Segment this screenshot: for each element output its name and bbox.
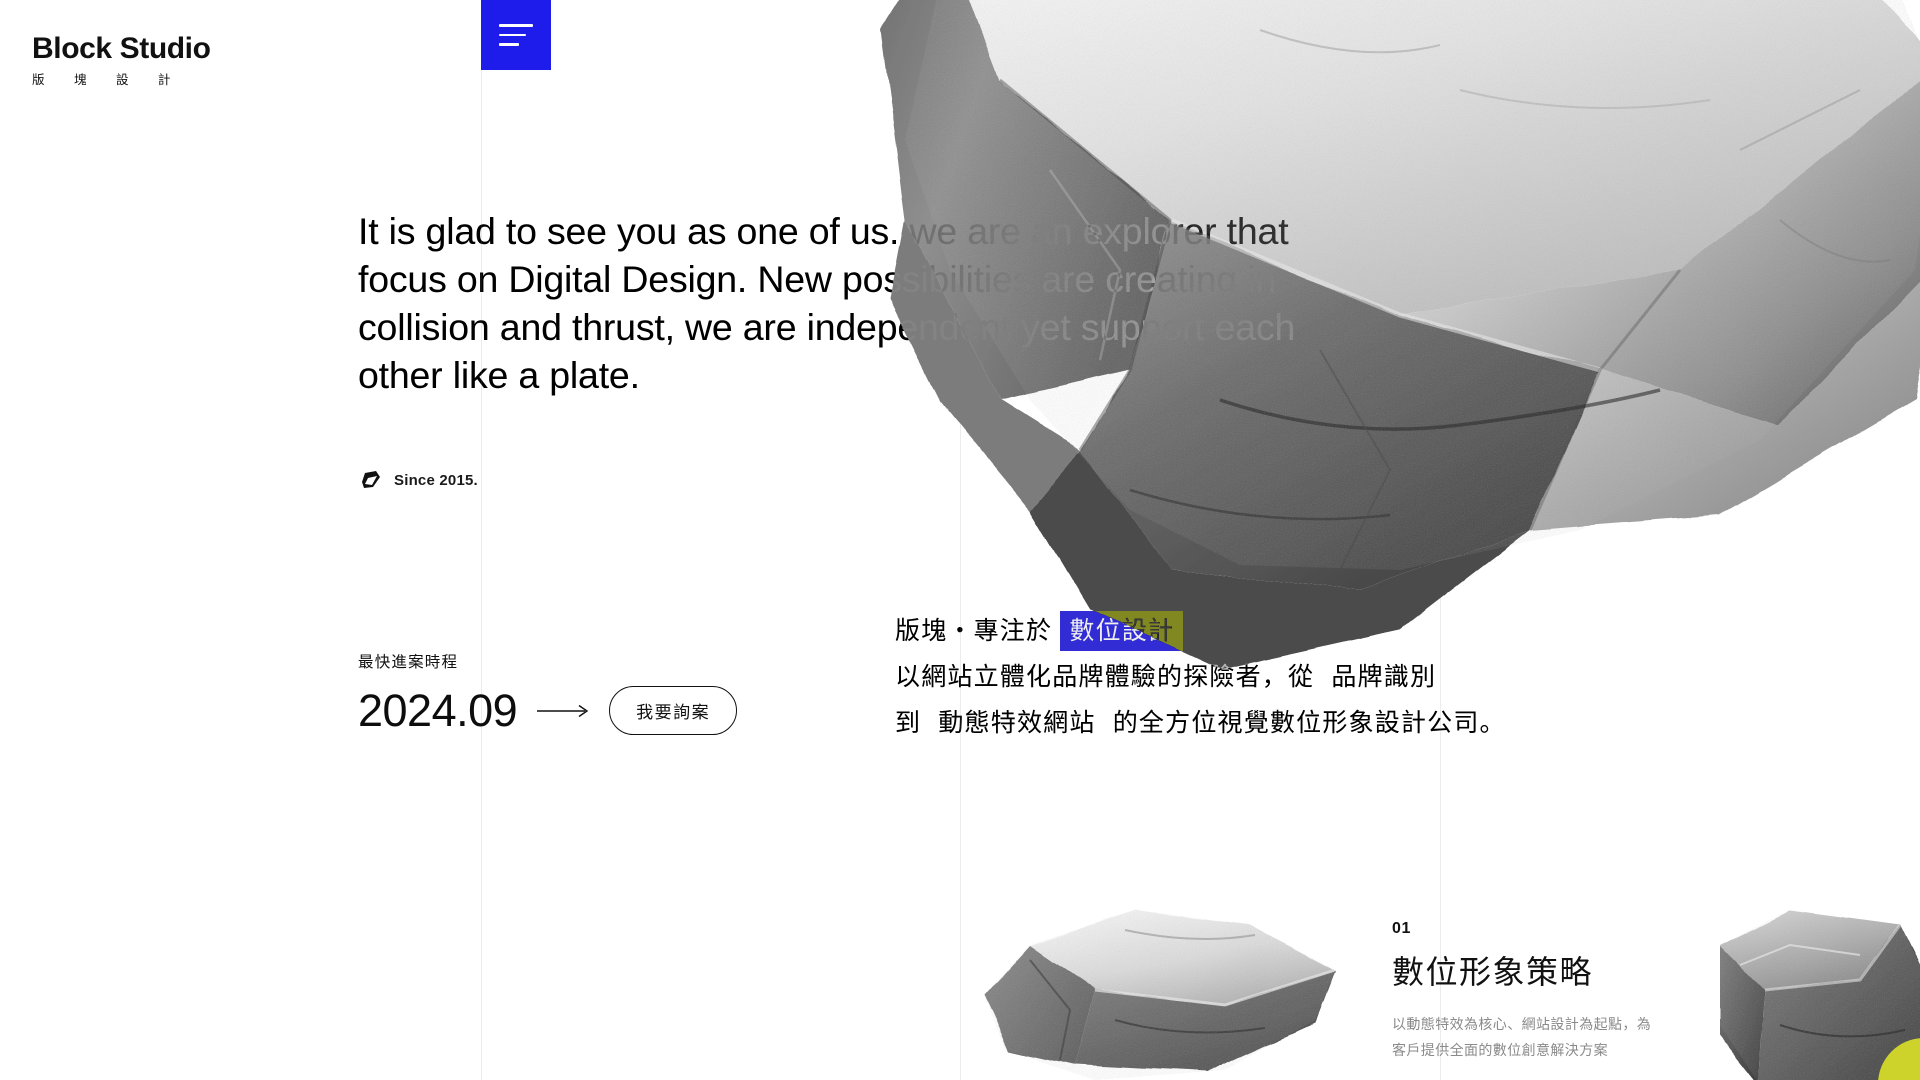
service-title: 數位形象策略 [1392, 954, 1594, 990]
intro-highlight-brand-identity: 品牌識別 [1322, 657, 1446, 697]
hero-artwork [0, 0, 1920, 1080]
intro-line-3-prefix: 到 [895, 709, 922, 737]
grid-line-3 [1440, 0, 1441, 1080]
corner-rock-image [1720, 910, 1920, 1080]
intro-highlight-motion-website: 動態特效網站 [929, 703, 1105, 743]
hamburger-menu-button[interactable] [481, 0, 551, 70]
intro-highlight-digital-design: 數位設計 [1060, 611, 1184, 651]
service-card-01[interactable]: 01 數位形象策略 以動態特效為核心、網站設計為起點，為客戶提供全面的數位創意解… [1392, 920, 1654, 1063]
hero-headline: It is glad to see you as one of us. we a… [358, 210, 1296, 396]
site-logo[interactable]: Block Studio 版 塊 設 計 [32, 34, 211, 87]
block-rock-icon [362, 471, 380, 488]
service-description: 以動態特效為核心、網站設計為起點，為客戶提供全面的數位創意解決方案 [1392, 1016, 1652, 1059]
intro-line-3: 到 動態特效網站 的全方位視覺數位形象設計公司。 [895, 700, 1506, 746]
intro-line-2: 以網站立體化品牌體驗的探險者，從 品牌識別 [895, 654, 1506, 700]
grid-line-1 [481, 0, 482, 1080]
hamburger-menu-icon [499, 24, 533, 27]
long-arrow-right-icon [537, 704, 593, 718]
hero-rock-image [880, 0, 1920, 670]
inquiry-button[interactable]: 我要詢案 [609, 686, 738, 735]
layout-grid-guides [0, 0, 1920, 1080]
secondary-rock-image [985, 910, 1335, 1080]
schedule-date: 2024.09 [358, 685, 518, 736]
intro-line-1: 版塊・專注於 數位設計 [895, 608, 1506, 654]
decorative-yellow-circle [1878, 1038, 1920, 1080]
intro-paragraph: 版塊・專注於 數位設計 以網站立體化品牌體驗的探險者，從 品牌識別 到 動態特效… [895, 608, 1506, 746]
intro-line-1-text: 版塊・專注於 [895, 617, 1053, 645]
logo-wordmark: Block Studio [32, 32, 211, 65]
intro-line-3-suffix: 的全方位視覺數位形象設計公司。 [1112, 709, 1506, 737]
schedule-label: 最快進案時程 [358, 654, 459, 671]
schedule-row: 2024.09 我要詢案 [358, 685, 738, 736]
service-number: 01 [1392, 920, 1411, 937]
logo-wordmark-zh: 版 塊 設 計 [32, 73, 184, 87]
grid-line-2 [960, 0, 961, 1080]
since-block: Since 2015. [360, 470, 478, 490]
hamburger-menu-icon [499, 33, 526, 37]
schedule-block: 最快進案時程 2024.09 我要詢案 [358, 650, 738, 736]
intro-line-2-text: 以網站立體化品牌體驗的探險者，從 [895, 663, 1315, 691]
since-label: Since 2015. [394, 471, 478, 489]
hamburger-menu-icon [499, 43, 519, 46]
